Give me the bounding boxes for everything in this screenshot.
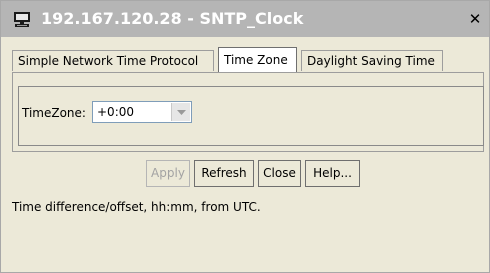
help-button-label: Help... bbox=[313, 166, 352, 180]
timezone-select[interactable]: +0:00 bbox=[92, 101, 192, 123]
desktop-computer-icon bbox=[13, 10, 31, 28]
button-row: Apply Refresh Close Help... bbox=[0, 160, 490, 188]
window-title: 192.167.120.28 - SNTP_Clock bbox=[41, 9, 304, 28]
refresh-button[interactable]: Refresh bbox=[194, 160, 254, 187]
close-window-button[interactable]: ✕ bbox=[467, 11, 483, 27]
timezone-group-box bbox=[18, 86, 484, 146]
tab-daylight-saving-time[interactable]: Daylight Saving Time bbox=[301, 50, 443, 71]
tab-simple-network-time-protocol[interactable]: Simple Network Time Protocol bbox=[12, 50, 214, 71]
tab-time-zone[interactable]: Time Zone bbox=[218, 47, 297, 72]
title-bar[interactable]: 192.167.120.28 - SNTP_Clock ✕ bbox=[1, 1, 489, 37]
chevron-down-icon[interactable] bbox=[171, 103, 190, 121]
tab-label: Daylight Saving Time bbox=[307, 54, 435, 68]
help-button[interactable]: Help... bbox=[305, 160, 360, 187]
close-button[interactable]: Close bbox=[258, 160, 301, 187]
status-text: Time difference/offset, hh:mm, from UTC. bbox=[12, 200, 261, 214]
timezone-value[interactable]: +0:00 bbox=[97, 104, 134, 120]
tab-label: Time Zone bbox=[224, 53, 288, 67]
refresh-button-label: Refresh bbox=[201, 166, 247, 180]
close-button-label: Close bbox=[263, 166, 296, 180]
close-icon[interactable]: ✕ bbox=[469, 10, 482, 28]
apply-button-label: Apply bbox=[151, 166, 185, 180]
tab-label: Simple Network Time Protocol bbox=[18, 54, 199, 68]
apply-button[interactable]: Apply bbox=[146, 160, 190, 187]
timezone-label: TimeZone: bbox=[22, 106, 86, 120]
